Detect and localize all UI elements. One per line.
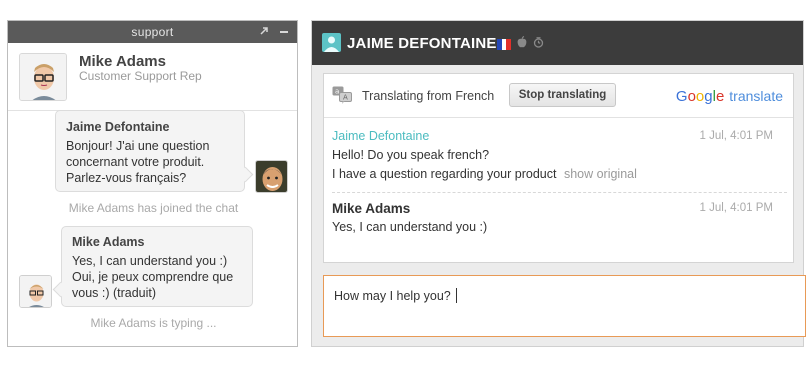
system-message-typing: Mike Adams is typing ... xyxy=(90,316,217,330)
message-line: Bonjour! J'ai une question xyxy=(66,139,210,153)
stop-translating-button[interactable]: Stop translating xyxy=(509,83,616,107)
message-line: Parlez-vous français? xyxy=(66,171,187,185)
message-line: concernant votre produit. xyxy=(66,155,205,169)
visitor-name: JAIME DEFONTAINE xyxy=(347,35,497,52)
message-line: vous :) (traduit) xyxy=(72,286,157,300)
text-caret xyxy=(455,288,457,303)
translation-bar: a A Translating from French Stop transla… xyxy=(324,74,793,118)
agent-avatar xyxy=(19,53,67,101)
message-input-value: How may I help you? xyxy=(334,289,451,303)
customer-avatar xyxy=(255,160,288,193)
message-timestamp: 1 Jul, 4:01 PM xyxy=(699,130,773,142)
agent-name: Mike Adams xyxy=(79,53,166,70)
message-line: Hello! Do you speak french? xyxy=(332,148,490,162)
clock-icon xyxy=(533,35,544,53)
agent-message-bubble: Mike Adams Yes, I can understand you :) … xyxy=(61,226,253,307)
message-line: I have a question regarding your product xyxy=(332,167,557,181)
message-divider xyxy=(332,192,787,193)
message-timestamp: 1 Jul, 4:01 PM xyxy=(699,202,773,214)
agent-avatar-small xyxy=(19,275,52,308)
minimize-icon[interactable] xyxy=(279,21,289,43)
chat-message: Mike Adams 1 Jul, 4:01 PM Yes, I can und… xyxy=(332,199,785,237)
agent-console: JAIME DEFONTAINE a A Translating from Fr… xyxy=(311,20,806,347)
agent-role: Customer Support Rep xyxy=(79,69,202,83)
message-author: Mike Adams xyxy=(72,235,145,249)
message-line: Yes, I can understand you :) xyxy=(72,254,228,268)
support-widget-title: support xyxy=(131,25,174,39)
chat-message: Jaime Defontaine 1 Jul, 4:01 PM Hello! D… xyxy=(332,127,785,184)
visitor-avatar-icon xyxy=(322,33,341,52)
visitor-header: JAIME DEFONTAINE xyxy=(312,21,803,65)
message-input[interactable]: How may I help you? xyxy=(323,275,806,337)
support-widget: support Mike Adams Customer Support Rep xyxy=(7,20,298,347)
france-flag-icon xyxy=(497,38,512,50)
show-original-link[interactable]: show original xyxy=(564,167,637,181)
svg-text:a: a xyxy=(335,88,339,96)
message-line: Yes, I can understand you :) xyxy=(332,220,488,234)
agent-header: Mike Adams Customer Support Rep xyxy=(8,43,297,111)
translation-status: Translating from French xyxy=(362,89,495,103)
apple-icon xyxy=(517,35,527,53)
translate-icon: a A xyxy=(332,86,352,104)
svg-text:A: A xyxy=(343,94,348,102)
message-author: Jaime Defontaine xyxy=(66,120,170,134)
google-translate-logo: Google translate xyxy=(675,88,783,105)
popout-arrow-icon[interactable] xyxy=(259,21,269,43)
message-line: Oui, je peux comprendre que xyxy=(72,270,234,284)
conversation-panel: a A Translating from French Stop transla… xyxy=(323,73,794,263)
system-message-joined: Mike Adams has joined the chat xyxy=(68,201,239,215)
customer-message-bubble: Jaime Defontaine Bonjour! J'ai une quest… xyxy=(55,110,245,192)
support-widget-titlebar: support xyxy=(8,21,297,43)
